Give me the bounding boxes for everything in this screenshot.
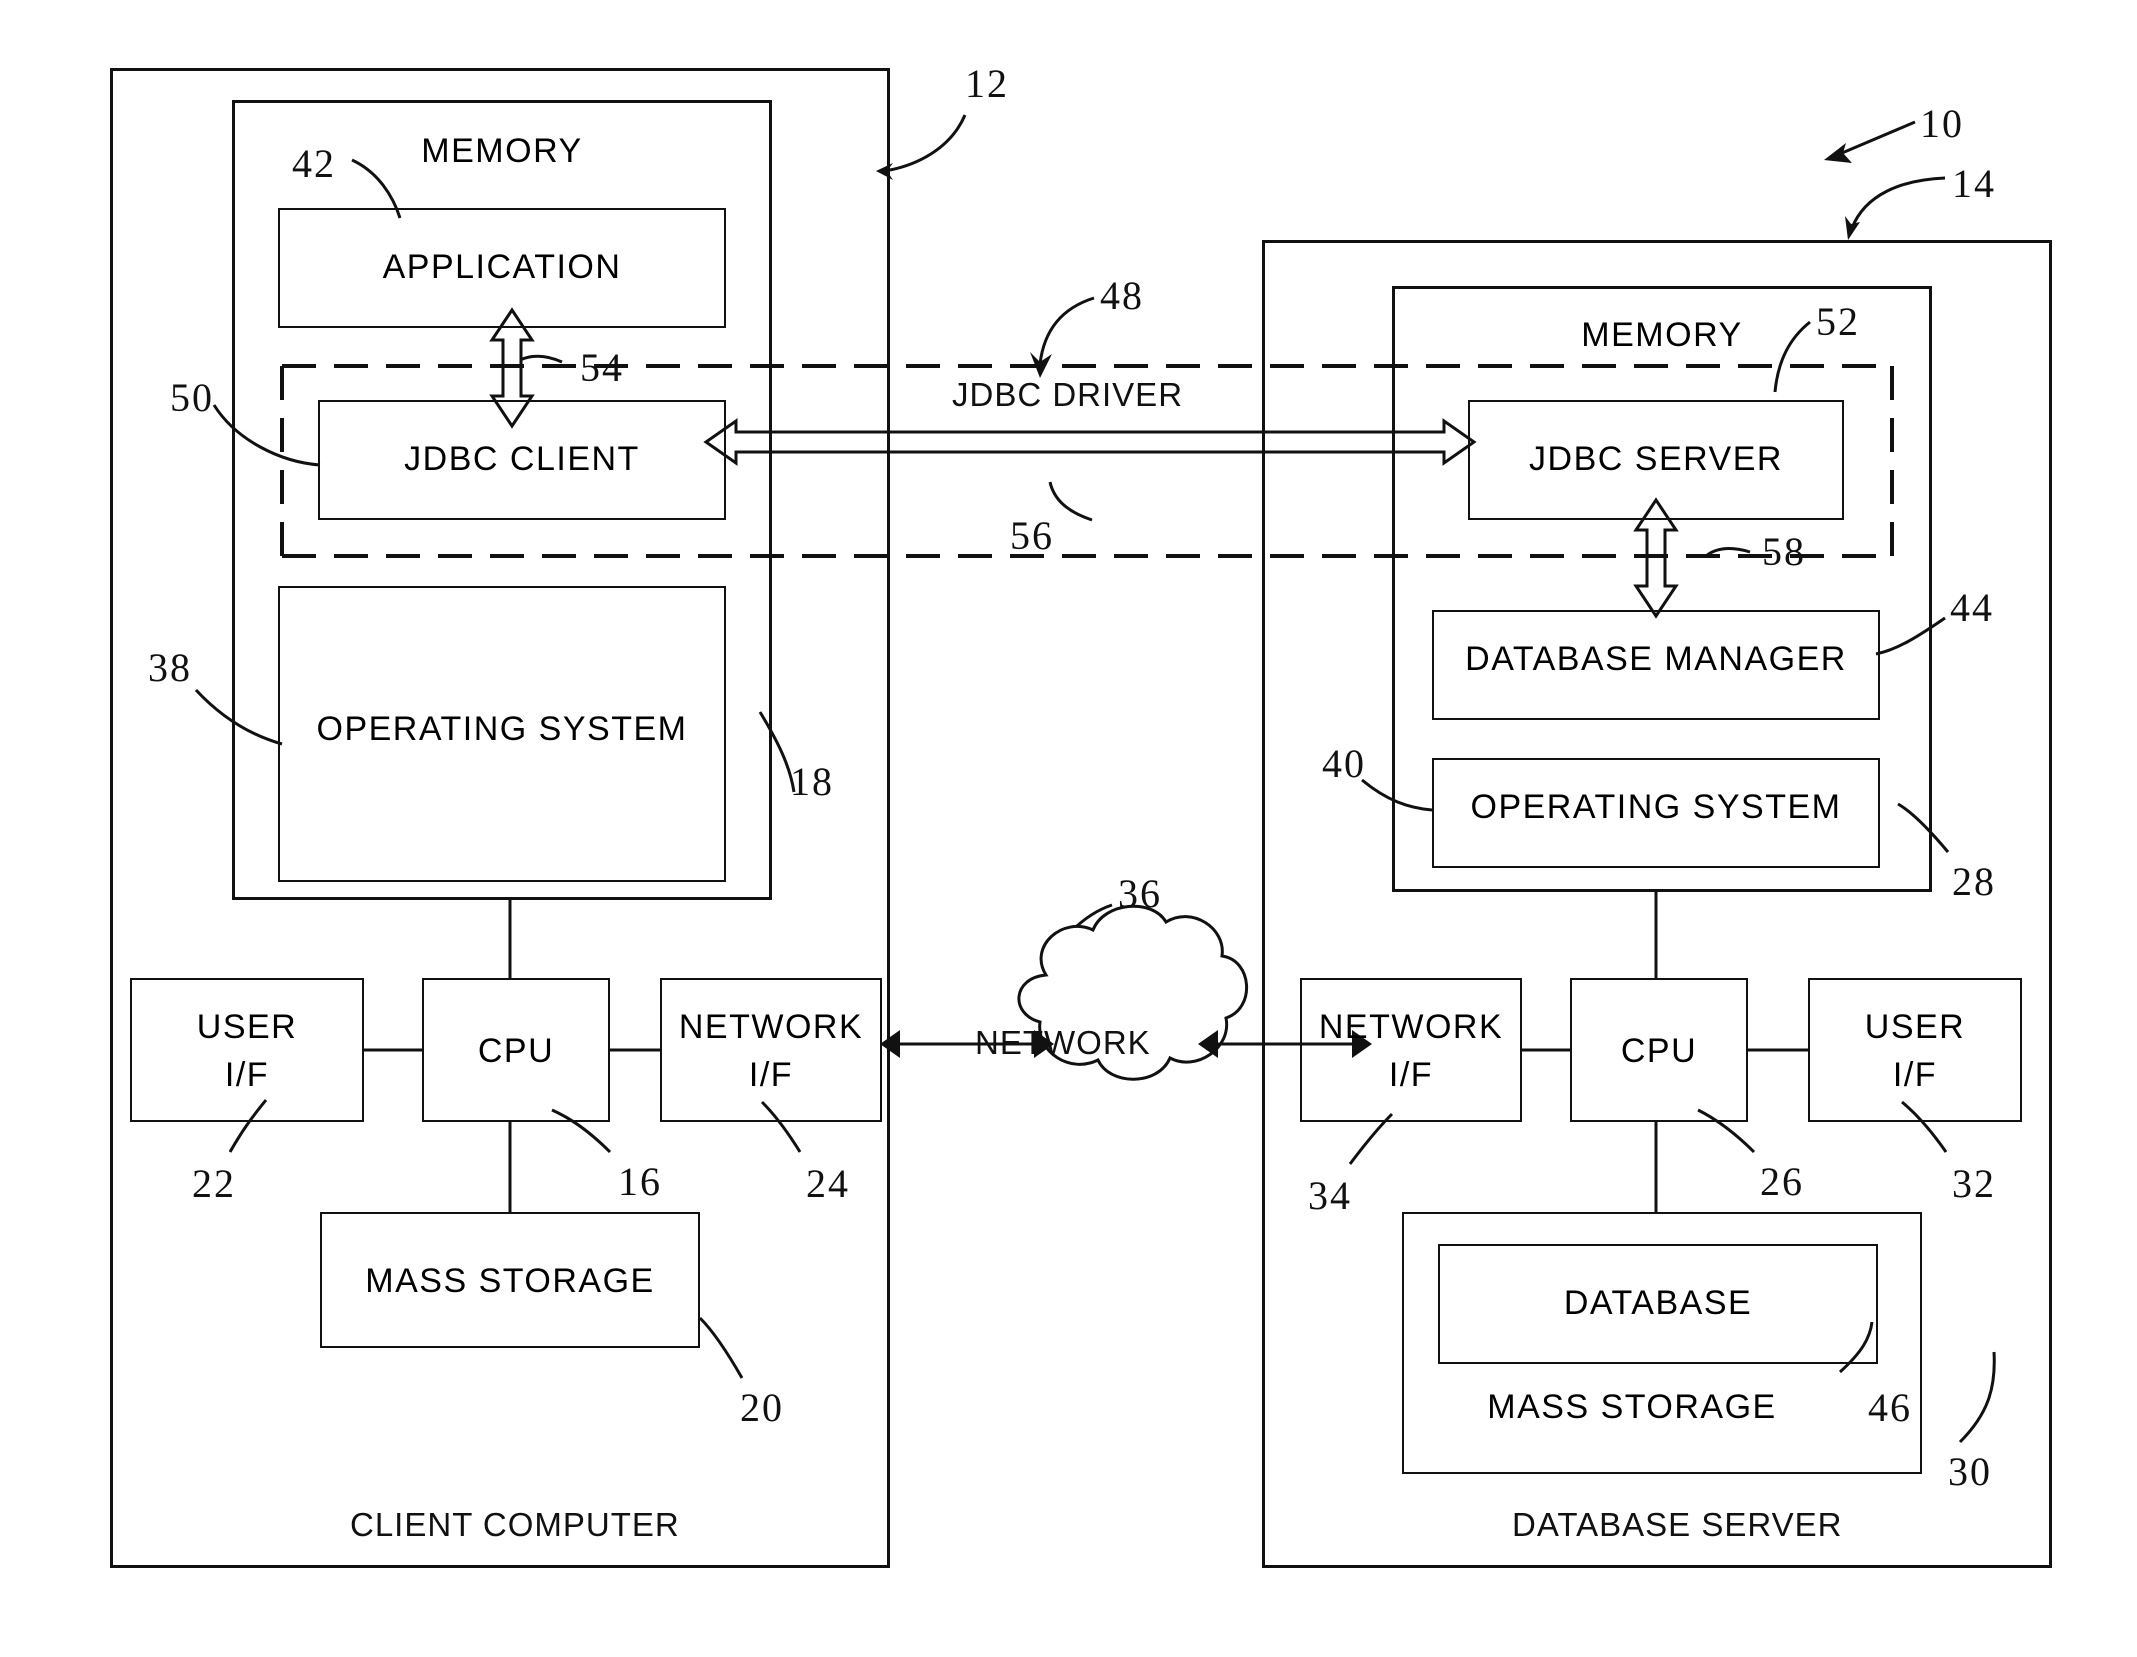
ref-22: 22 — [192, 1161, 236, 1206]
ref-54: 54 — [580, 345, 624, 390]
ref-26: 26 — [1760, 1159, 1804, 1204]
ref-52: 52 — [1816, 299, 1860, 344]
client-user-if-label-1: USER — [196, 1008, 298, 1046]
ref-56: 56 — [1010, 513, 1054, 558]
ref-38: 38 — [148, 645, 192, 690]
ref-20: 20 — [740, 1385, 784, 1430]
ref-44: 44 — [1950, 585, 1994, 630]
jdbc-server-label: JDBC SERVER — [1529, 440, 1783, 478]
ref-40: 40 — [1322, 741, 1366, 786]
ref-36: 36 — [1118, 871, 1162, 916]
ref-50: 50 — [170, 375, 214, 420]
client-user-if-label-2: I/F — [224, 1056, 270, 1094]
client-computer-panel-label: CLIENT COMPUTER — [350, 1506, 680, 1543]
ref-18: 18 — [790, 759, 834, 804]
ref-10: 10 — [1920, 101, 1964, 146]
ref-24: 24 — [806, 1161, 850, 1206]
ref-28: 28 — [1952, 859, 1996, 904]
database-label: DATABASE — [1563, 1284, 1753, 1322]
server-user-if-label-2: I/F — [1892, 1056, 1938, 1094]
server-operating-system-label: OPERATING SYSTEM — [1470, 788, 1842, 826]
ref-16: 16 — [618, 1159, 662, 1204]
database-manager-label: DATABASE MANAGER — [1465, 640, 1847, 678]
server-cpu-label: CPU — [1620, 1032, 1698, 1070]
ref-12: 12 — [965, 61, 1009, 106]
client-cpu-label: CPU — [477, 1032, 555, 1070]
patent-figure: CLIENT COMPUTER 12 MEMORY 42 18 38 APPLI… — [0, 0, 2137, 1657]
server-user-if-box — [1808, 978, 2022, 1122]
application-label: APPLICATION — [382, 248, 622, 286]
database-server-panel-label: DATABASE SERVER — [1512, 1506, 1843, 1543]
ref-32: 32 — [1952, 1161, 1996, 1206]
server-network-if-label-1: NETWORK — [1318, 1008, 1504, 1046]
client-user-if-box — [130, 978, 364, 1122]
server-network-if-box — [1300, 978, 1522, 1122]
server-mass-storage-label: MASS STORAGE — [1487, 1388, 1777, 1426]
ref-14: 14 — [1952, 161, 1996, 206]
ref-46: 46 — [1868, 1385, 1912, 1430]
ref-58: 58 — [1762, 529, 1806, 574]
jdbc-driver-label: JDBC DRIVER — [952, 376, 1184, 413]
network-cloud-label: NETWORK — [975, 1024, 1151, 1061]
ref-30: 30 — [1948, 1449, 1992, 1494]
client-network-if-box — [660, 978, 882, 1122]
server-user-if-label-1: USER — [1864, 1008, 1966, 1046]
server-network-if-label-2: I/F — [1388, 1056, 1434, 1094]
client-mass-storage-label: MASS STORAGE — [365, 1262, 655, 1300]
jdbc-client-label: JDBC CLIENT — [404, 440, 640, 478]
client-operating-system-label: OPERATING SYSTEM — [316, 710, 688, 748]
ref-48: 48 — [1100, 273, 1144, 318]
ref-42: 42 — [292, 141, 336, 186]
client-network-if-label-1: NETWORK — [678, 1008, 864, 1046]
client-network-if-label-2: I/F — [748, 1056, 794, 1094]
ref-34: 34 — [1308, 1173, 1352, 1218]
